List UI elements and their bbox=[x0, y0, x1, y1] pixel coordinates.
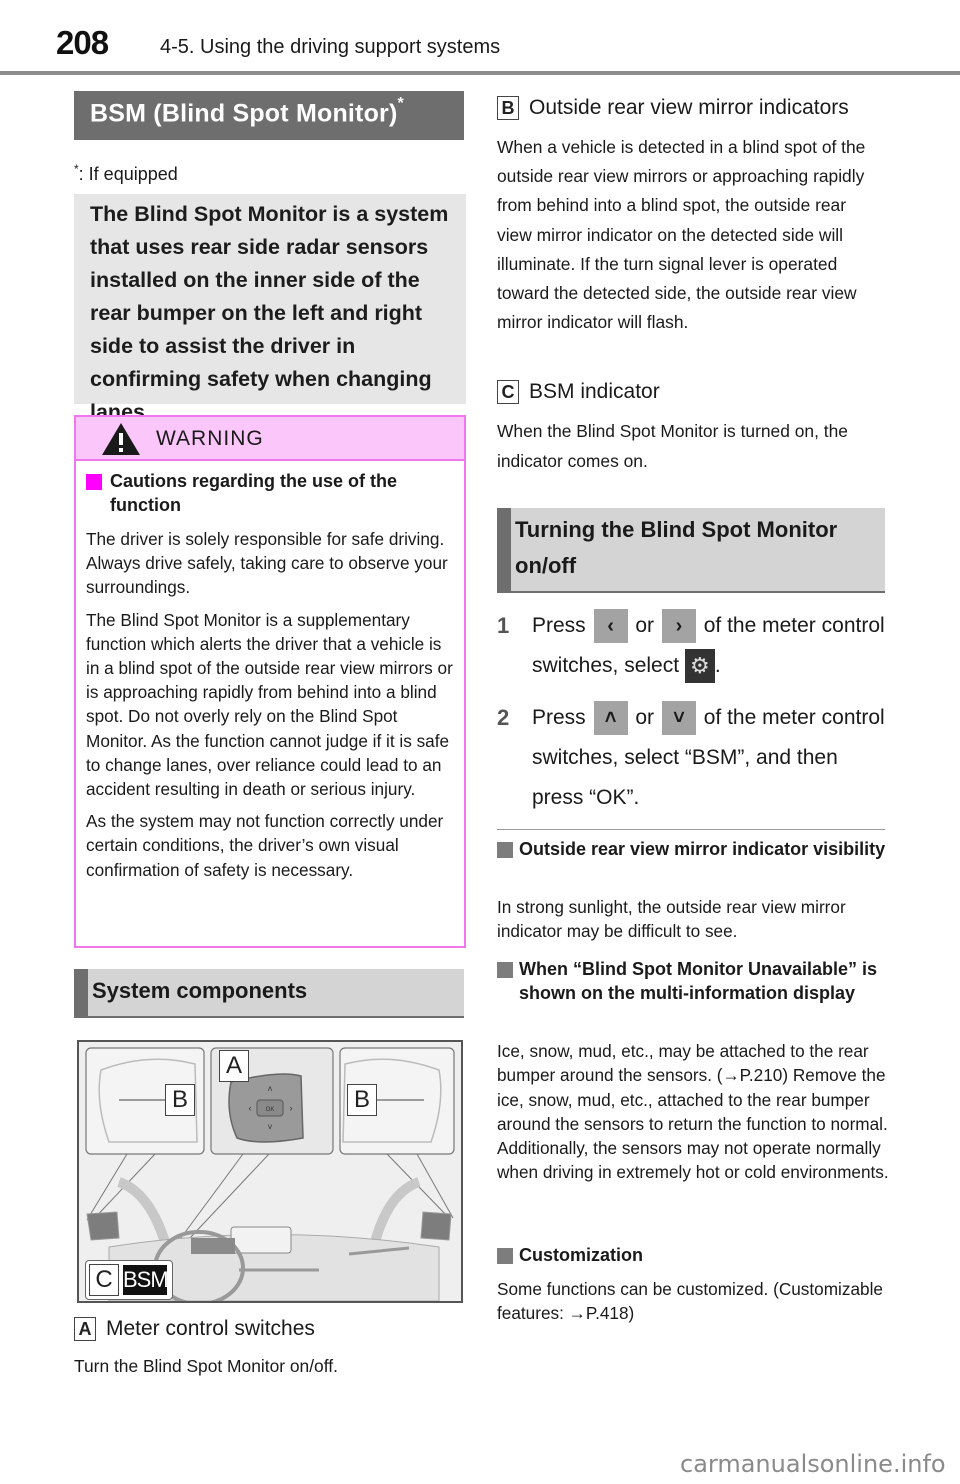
callout-label-b-right: B bbox=[347, 1084, 377, 1116]
note-heading-customization: Customization bbox=[497, 1243, 887, 1267]
page-header: 208 4-5. Using the driving support syste… bbox=[0, 0, 960, 76]
svg-text:›: › bbox=[290, 1103, 293, 1113]
component-c-desc: When the Blind Spot Monitor is turned on… bbox=[497, 421, 848, 471]
section-header-system-components: System components bbox=[74, 969, 464, 1018]
callout-label-b-left: B bbox=[165, 1084, 195, 1116]
watermark: carmanualsonline.info bbox=[680, 1450, 946, 1478]
warning-paragraph: As the system may not function correctly… bbox=[86, 811, 444, 880]
section-title-bar: BSM (Blind Spot Monitor)* bbox=[74, 91, 464, 140]
chevron-down-icon: ˅ bbox=[661, 701, 696, 736]
footnote-text: : If equipped bbox=[78, 164, 178, 184]
footnote: *: If equipped bbox=[74, 162, 178, 185]
gear-icon: ⚙ bbox=[684, 649, 715, 684]
intro-text: The Blind Spot Monitor is a system that … bbox=[90, 202, 449, 424]
component-a-title: A Meter control switches bbox=[74, 1317, 315, 1342]
chevron-right-icon: › bbox=[661, 609, 696, 644]
notes-divider bbox=[497, 829, 885, 830]
step-1: 1 Press ‹ or › of the meter control swit… bbox=[497, 606, 885, 686]
page-number: 208 bbox=[56, 24, 109, 61]
callout-label-a: A bbox=[219, 1050, 249, 1082]
label-c-box: C bbox=[497, 380, 519, 405]
label-a-box: A bbox=[74, 1317, 96, 1342]
warning-header: WARNING bbox=[76, 417, 464, 461]
section-heading: Turning the Blind Spot Monitor on/off bbox=[515, 517, 838, 578]
note-heading-unavailable: When “Blind Spot Monitor Unavailable” is… bbox=[497, 957, 887, 1005]
bullet-square-icon bbox=[497, 962, 513, 978]
step-2: 2 Press ˄ or ˅ of the meter control swit… bbox=[497, 698, 885, 818]
system-components-illustration: OK ˄ ˅ ‹ › A B B C BSM bbox=[77, 1040, 463, 1303]
warning-paragraph: The Blind Spot Monitor is a supplementar… bbox=[86, 609, 453, 800]
component-b-title: B Outside rear view mirror indicators bbox=[497, 96, 849, 121]
callout-label-c: C bbox=[89, 1264, 119, 1296]
page-title: BSM (Blind Spot Monitor) bbox=[90, 99, 398, 128]
warning-icon bbox=[102, 423, 140, 455]
chevron-up-icon: ˄ bbox=[593, 701, 628, 736]
chapter-title: 4-5. Using the driving support systems bbox=[160, 36, 501, 58]
section-heading: System components bbox=[92, 978, 308, 1003]
step-number: 2 bbox=[497, 705, 510, 730]
component-b-desc: When a vehicle is detected in a blind sp… bbox=[497, 137, 866, 333]
section-header-turning: Turning the Blind Spot Monitor on/off bbox=[497, 508, 885, 593]
bsm-indicator-badge: BSM bbox=[123, 1265, 169, 1295]
note-heading-visibility: Outside rear view mirror indicator visib… bbox=[497, 837, 887, 861]
svg-text:‹: ‹ bbox=[249, 1103, 252, 1113]
label-b-box: B bbox=[497, 96, 519, 121]
warning-title: WARNING bbox=[156, 427, 264, 450]
note-text-visibility: In strong sunlight, the outside rear vie… bbox=[497, 897, 846, 942]
warning-paragraph: The driver is solely responsible for saf… bbox=[86, 529, 448, 598]
svg-text:OK: OK bbox=[266, 1107, 275, 1113]
note-text-unavailable: Ice, snow, mud, etc., may be attached to… bbox=[497, 1041, 889, 1183]
component-a-desc: Turn the Blind Spot Monitor on/off. bbox=[74, 1356, 338, 1376]
title-footnote-marker: * bbox=[397, 95, 404, 112]
svg-text:˄: ˄ bbox=[267, 1084, 272, 1094]
note-text-customization: Some functions can be customized. (Custo… bbox=[497, 1279, 883, 1324]
warning-box: WARNING Cautions regarding the use of th… bbox=[74, 415, 466, 948]
chevron-left-icon: ‹ bbox=[593, 609, 628, 644]
step-number: 1 bbox=[497, 613, 510, 638]
header-divider bbox=[0, 71, 960, 75]
svg-text:˅: ˅ bbox=[267, 1122, 272, 1132]
intro-box: The Blind Spot Monitor is a system that … bbox=[74, 194, 466, 424]
component-c-title: C BSM indicator bbox=[497, 380, 660, 405]
warning-subheading: Cautions regarding the use of the functi… bbox=[86, 469, 454, 517]
bullet-square-icon bbox=[497, 1248, 513, 1264]
bullet-square-icon bbox=[86, 474, 102, 490]
bullet-square-icon bbox=[497, 842, 513, 858]
